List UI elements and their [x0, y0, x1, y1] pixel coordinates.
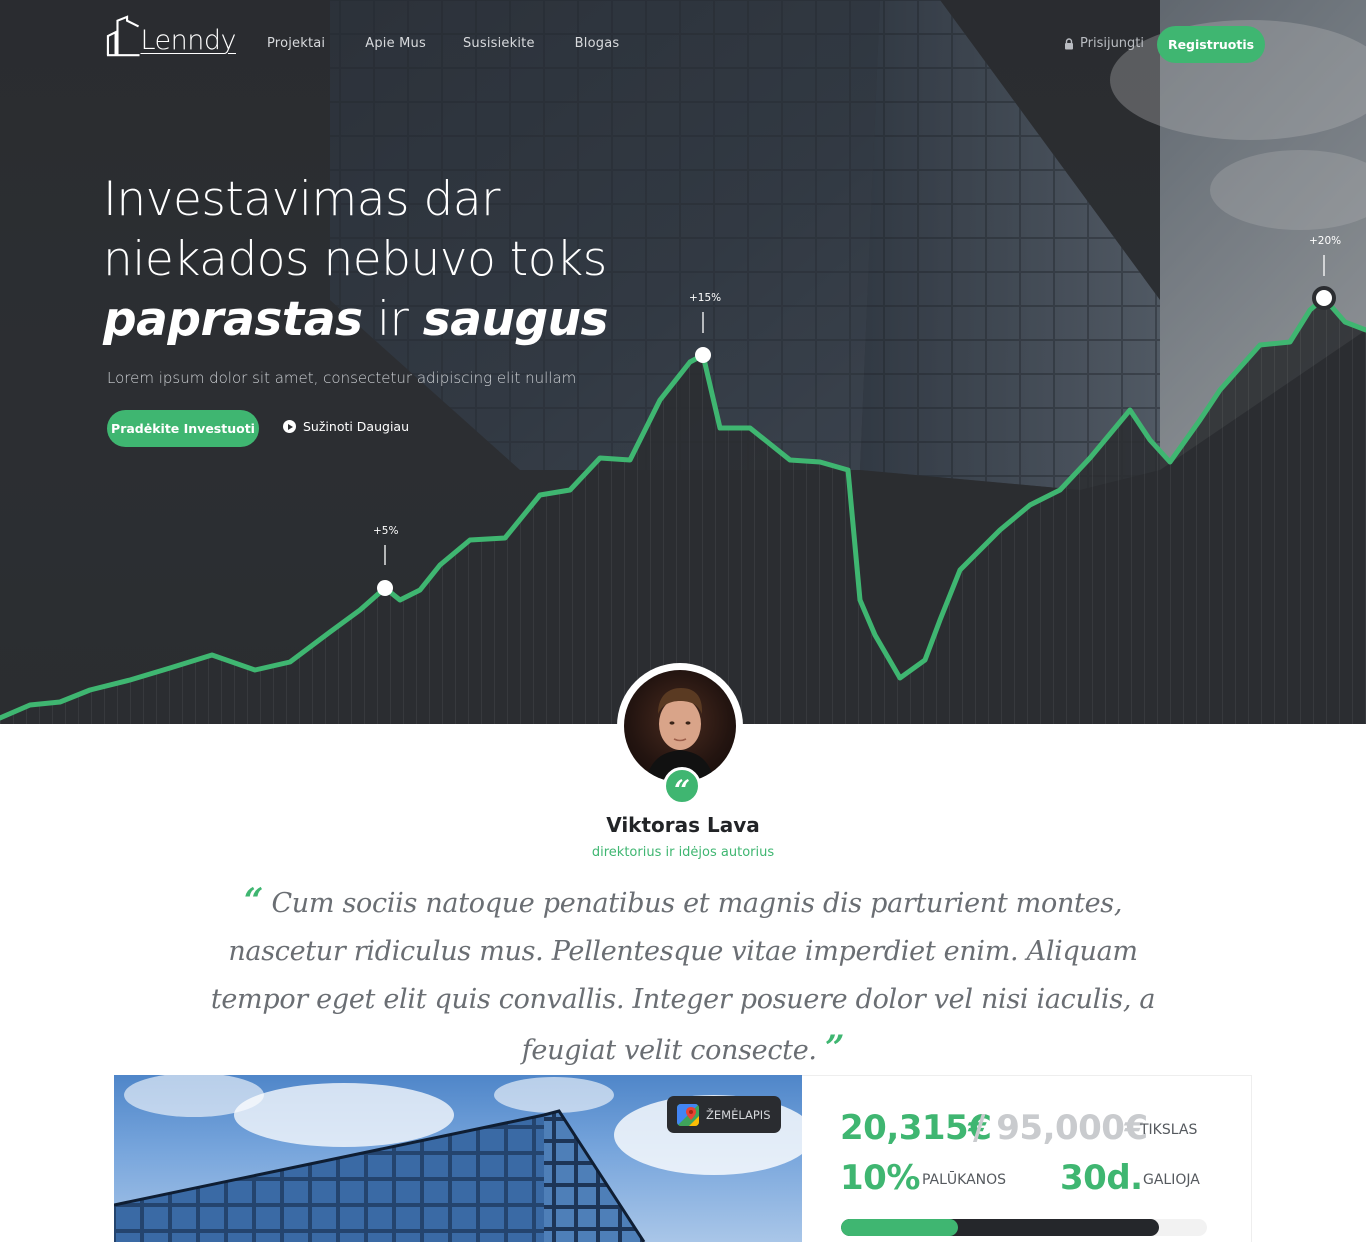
- goal-label: TIKSLAS: [1140, 1122, 1198, 1138]
- testimonial-role: direktorius ir idėjos autorius: [591, 845, 775, 860]
- play-icon: [283, 420, 296, 433]
- avatar: [624, 670, 736, 782]
- nav-link-apie-mus[interactable]: Apie Mus: [365, 36, 426, 51]
- marker-dot-15: [695, 347, 711, 363]
- amount-raised: 20,315€: [840, 1108, 992, 1148]
- headline-emphasis-1: paprastas: [103, 292, 363, 347]
- hero-subtitle: Lorem ipsum dolor sit amet, consectetur …: [107, 369, 577, 387]
- interest-label: PALŪKANOS: [922, 1172, 1007, 1188]
- learn-more-link[interactable]: Sužinoti Daugiau: [283, 419, 409, 434]
- person-portrait-icon: [646, 688, 714, 782]
- marker-dot-5: [377, 580, 393, 596]
- testimonial-quote: “ Cum sociis natoque penatibus et magnis…: [183, 877, 1183, 1075]
- funding-progress-bar: [841, 1219, 1207, 1236]
- nav-link-projektai[interactable]: Projektai: [267, 36, 325, 51]
- open-quote-mark: “: [243, 881, 264, 921]
- logo[interactable]: Lenndy: [106, 14, 236, 58]
- headline-line-1: Investavimas dar: [103, 172, 500, 227]
- register-button[interactable]: Registruotis: [1157, 26, 1265, 63]
- map-button[interactable]: ŽEMĖLAPIS: [667, 1096, 781, 1133]
- days-remaining: 30d.: [1060, 1158, 1143, 1198]
- marker-label-20: +20%: [1309, 235, 1342, 247]
- login-label: Prisijungti: [1080, 36, 1145, 51]
- logo-text: Lenndy: [140, 24, 236, 56]
- marker-label-15: +15%: [689, 292, 722, 304]
- interest-rate: 10%: [840, 1158, 920, 1198]
- hero-growth-chart: [0, 255, 1366, 724]
- hero-section: +5% +15% +20% Lenndy Projektai Apie Mus …: [0, 0, 1366, 724]
- headline-connector: ir: [362, 292, 423, 347]
- nav-link-susisiekite[interactable]: Susisiekite: [463, 36, 535, 51]
- headline-emphasis-2: saugus: [422, 292, 609, 347]
- google-maps-icon: [677, 1103, 699, 1126]
- goal-amount: / 95,000€: [973, 1108, 1148, 1148]
- logo-buildings-icon: [106, 15, 140, 57]
- marker-label-5: +5%: [373, 525, 399, 537]
- progress-funded: [841, 1219, 959, 1236]
- hero-headline: Investavimas dar niekados nebuvo toks pa…: [103, 170, 609, 350]
- nav-link-blogas[interactable]: Blogas: [575, 36, 620, 51]
- validity-label: GALIOJA: [1143, 1172, 1200, 1188]
- marker-dot-20: [1312, 286, 1336, 310]
- main-nav: Projektai Apie Mus Susisiekite Blogas: [267, 36, 659, 51]
- testimonial-text: Cum sociis natoque penatibus et magnis d…: [210, 888, 1156, 1066]
- quote-badge-icon: “: [663, 767, 701, 805]
- close-quote-mark: ”: [825, 1028, 845, 1068]
- testimonial-name: Viktoras Lava: [606, 813, 760, 837]
- lock-icon: [1065, 37, 1073, 49]
- learn-more-label: Sužinoti Daugiau: [303, 419, 410, 434]
- login-link[interactable]: Prisijungti: [1064, 36, 1144, 51]
- map-button-label: ŽEMĖLAPIS: [706, 1107, 771, 1122]
- start-investing-button[interactable]: Pradėkite Investuoti: [107, 410, 259, 447]
- headline-line-2: niekados nebuvo toks: [103, 232, 607, 287]
